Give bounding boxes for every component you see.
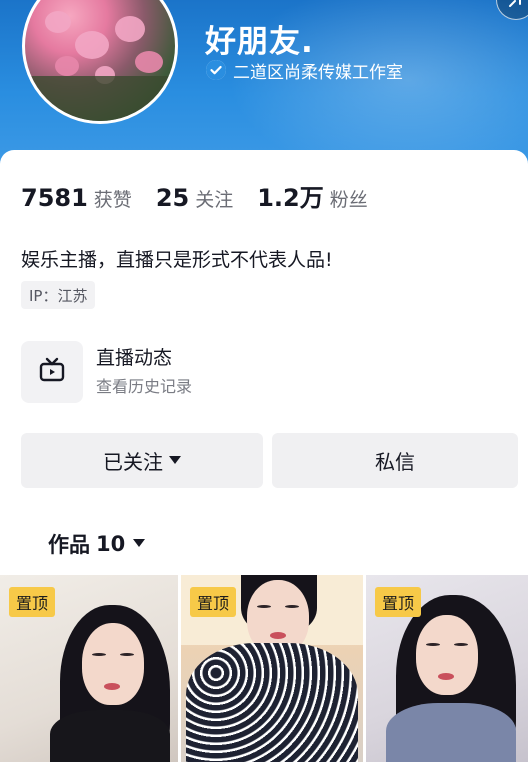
live-history-entry[interactable]: 直播动态 查看历史记录 bbox=[21, 341, 421, 403]
works-tab-count: 10 bbox=[96, 532, 126, 556]
stat-label: 获赞 bbox=[93, 189, 132, 211]
tab-works[interactable]: 作品 10 bbox=[48, 529, 146, 559]
message-button[interactable]: 私信 bbox=[272, 433, 518, 488]
followed-label: 已关注 bbox=[103, 450, 163, 474]
nickname: 好朋友. bbox=[205, 24, 314, 60]
stat-label: 关注 bbox=[195, 189, 234, 211]
caret-down-icon bbox=[169, 455, 181, 464]
pinned-badge: 置顶 bbox=[190, 587, 237, 617]
live-text: 直播动态 查看历史记录 bbox=[96, 345, 192, 399]
pinned-badge: 置顶 bbox=[9, 587, 56, 617]
video-thumbnail[interactable]: 置顶 bbox=[366, 575, 528, 762]
stat-value: 25 bbox=[155, 184, 190, 212]
stat-value: 1.2万 bbox=[257, 184, 324, 212]
video-thumbnail[interactable]: 置顶 bbox=[0, 575, 178, 762]
stat-followers[interactable]: 1.2万 粉丝 bbox=[257, 178, 368, 213]
message-label: 私信 bbox=[375, 450, 415, 474]
stats-row: 7581 获赞 25 关注 1.2万 粉丝 bbox=[21, 178, 392, 213]
stat-following[interactable]: 25 关注 bbox=[156, 184, 233, 212]
stat-likes[interactable]: 7581 获赞 bbox=[21, 184, 132, 212]
avatar[interactable] bbox=[22, 0, 178, 124]
verified-check-icon bbox=[206, 60, 226, 80]
followed-button[interactable]: 已关注 bbox=[21, 433, 263, 488]
ip-location-tag: IP：江苏 bbox=[21, 281, 96, 309]
profile-page: 好朋友. 二道区尚柔传媒工作室 7581 获赞 25 关注 1.2万 粉丝 娱乐… bbox=[0, 0, 528, 762]
bio-text: 娱乐主播，直播只是形式不代表人品! bbox=[21, 249, 333, 271]
pinned-badge: 置顶 bbox=[375, 587, 422, 617]
stat-label: 粉丝 bbox=[329, 189, 368, 211]
profile-header: 好朋友. 二道区尚柔传媒工作室 bbox=[0, 0, 528, 170]
verified-label: 二道区尚柔传媒工作室 bbox=[233, 62, 403, 83]
caret-down-icon bbox=[133, 539, 146, 547]
share-icon bbox=[507, 0, 523, 13]
works-tab-label: 作品 bbox=[48, 533, 90, 557]
live-icon-box bbox=[21, 341, 83, 403]
tv-icon bbox=[38, 356, 66, 388]
live-subtitle: 查看历史记录 bbox=[96, 377, 193, 396]
works-grid: 置顶 置顶 置顶 bbox=[0, 575, 528, 762]
profile-card: 7581 获赞 25 关注 1.2万 粉丝 娱乐主播，直播只是形式不代表人品! … bbox=[0, 150, 528, 762]
live-title: 直播动态 bbox=[96, 347, 173, 369]
video-thumbnail[interactable]: 置顶 bbox=[181, 575, 363, 762]
verified-badge: 二道区尚柔传媒工作室 bbox=[206, 59, 403, 83]
stat-value: 7581 bbox=[21, 184, 88, 212]
